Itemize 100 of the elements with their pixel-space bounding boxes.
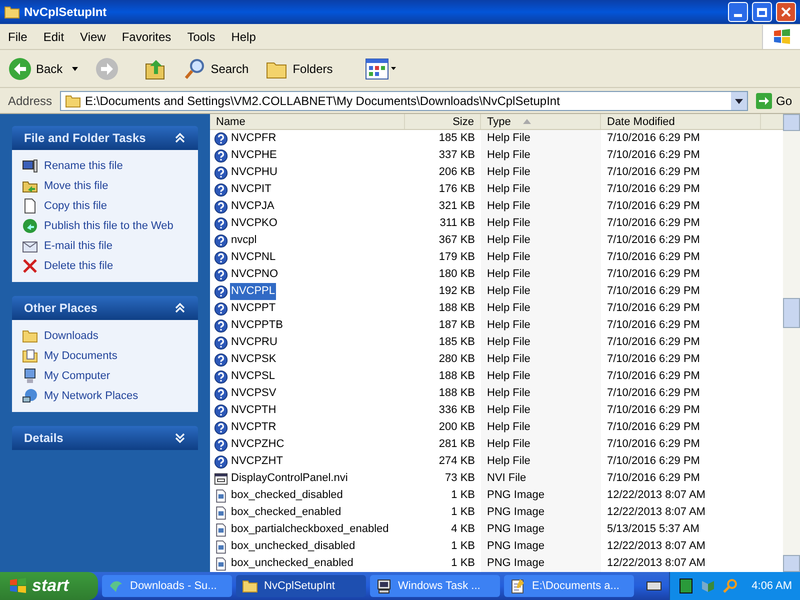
- file-name[interactable]: DisplayControlPanel.nvi: [230, 470, 349, 487]
- task-link[interactable]: Rename this file: [44, 158, 123, 174]
- file-type: Help File: [481, 232, 601, 249]
- file-type: Help File: [481, 453, 601, 470]
- collapse-icon[interactable]: [174, 302, 186, 314]
- address-field[interactable]: E:\Documents and Settings\VM2.COLLABNET\My Documents\Downloads\NvCplSetupInt: [60, 90, 748, 110]
- collapse-icon[interactable]: [174, 132, 186, 144]
- close-icon: [780, 6, 792, 18]
- help-file-icon: [214, 420, 228, 434]
- task-link[interactable]: Publish this file to the Web: [44, 218, 174, 234]
- file-type: Help File: [481, 317, 601, 334]
- settings-file-icon: [214, 472, 228, 486]
- close-button[interactable]: [776, 2, 796, 22]
- file-date: 7/10/2016 6:29 PM: [606, 386, 701, 402]
- folder-icon: [65, 92, 82, 108]
- file-date: 12/22/2013 8:07 AM: [606, 488, 706, 504]
- panel-header[interactable]: File and Folder Tasks: [12, 126, 198, 150]
- column-header[interactable]: Type: [481, 114, 601, 129]
- back-button[interactable]: Back: [8, 56, 63, 80]
- taskbar-button[interactable]: E:\Documents a...: [504, 575, 634, 597]
- monitor-icon[interactable]: [678, 578, 694, 594]
- view-menu-icon[interactable]: [364, 56, 397, 80]
- file-name[interactable]: box_checked_disabled: [230, 487, 344, 504]
- file-date: 7/10/2016 6:29 PM: [606, 199, 701, 214]
- file-name[interactable]: NVCPHU: [230, 164, 278, 181]
- file-name[interactable]: NVCPIT: [230, 181, 272, 198]
- task-link[interactable]: Move this file: [44, 178, 108, 194]
- help-file-icon: [214, 404, 228, 418]
- file-size: 367 KB: [438, 233, 476, 248]
- panel-header[interactable]: Details: [12, 426, 198, 450]
- file-size: 179 KB: [438, 250, 476, 266]
- file-name[interactable]: NVCPKO: [230, 215, 278, 232]
- maximize-button[interactable]: [752, 2, 772, 22]
- help-file-icon: [214, 438, 228, 452]
- file-name[interactable]: NVCPHE: [230, 147, 278, 164]
- file-name[interactable]: NVCPSK: [230, 351, 278, 368]
- expand-icon[interactable]: [174, 432, 186, 444]
- file-name[interactable]: box_unchecked_disabled: [230, 538, 356, 555]
- file-name[interactable]: NVCPZHT: [230, 453, 284, 470]
- go-button[interactable]: Go: [752, 92, 796, 110]
- file-name[interactable]: NVCPNL: [230, 249, 277, 266]
- file-size: 311 KB: [438, 216, 476, 232]
- column-header[interactable]: Name: [210, 114, 405, 129]
- monitor-icon: [22, 158, 38, 174]
- menu-item[interactable]: View: [72, 28, 114, 46]
- notepad-icon: [510, 578, 526, 594]
- file-name[interactable]: nvcpl: [230, 232, 258, 249]
- taskbar-button[interactable]: NvCplSetupInt: [236, 575, 366, 597]
- scrollbar[interactable]: [783, 114, 800, 572]
- search-button[interactable]: Search: [182, 56, 249, 80]
- help-file-icon: [214, 200, 228, 214]
- file-type: Help File: [481, 334, 601, 351]
- start-button[interactable]: start: [0, 572, 98, 600]
- task-link[interactable]: Copy this file: [44, 198, 107, 214]
- file-type: Help File: [481, 402, 601, 419]
- help-file-icon: [214, 336, 228, 350]
- file-type: Help File: [481, 215, 601, 232]
- file-name[interactable]: NVCPPL: [230, 283, 276, 300]
- task-link[interactable]: My Documents: [44, 348, 118, 364]
- file-name[interactable]: NVCPTR: [230, 419, 278, 436]
- minimize-button[interactable]: [728, 2, 748, 22]
- help-file-icon: [214, 386, 228, 400]
- file-type: Help File: [481, 181, 601, 198]
- taskbar-button[interactable]: Downloads - Su...: [102, 575, 232, 597]
- column-header[interactable]: Size: [405, 114, 481, 129]
- menu-item[interactable]: Favorites: [114, 28, 180, 46]
- file-name[interactable]: NVCPJA: [230, 198, 276, 215]
- menu-item[interactable]: Help: [223, 28, 264, 46]
- menu-item[interactable]: Tools: [179, 28, 224, 46]
- task-link[interactable]: My Network Places: [44, 388, 138, 404]
- file-type: Help File: [481, 130, 601, 147]
- task-link[interactable]: E-mail this file: [44, 238, 112, 254]
- window-title: NvCplSetupInt: [24, 4, 108, 21]
- file-name[interactable]: NVCPNO: [230, 266, 280, 283]
- file-name[interactable]: box_partialcheckboxed_enabled: [230, 521, 390, 538]
- task-link[interactable]: Downloads: [44, 328, 98, 344]
- menu-item[interactable]: File: [0, 28, 36, 46]
- file-name[interactable]: NVCPSL: [230, 368, 276, 385]
- file-name[interactable]: box_unchecked_enabled: [230, 555, 354, 572]
- file-name[interactable]: NVCPFR: [230, 130, 278, 147]
- file-name[interactable]: NVCPPT: [230, 300, 277, 317]
- image-file-icon: [214, 506, 228, 520]
- dropdown-arrow-icon[interactable]: [70, 64, 79, 72]
- task-link[interactable]: My Computer: [44, 368, 110, 384]
- taskbar-button[interactable]: Windows Task ...: [370, 575, 500, 597]
- file-name[interactable]: NVCPZHC: [230, 436, 286, 453]
- file-name[interactable]: NVCPPTB: [230, 317, 284, 334]
- browser-icon: [108, 578, 124, 594]
- folders-button[interactable]: Folders: [264, 56, 333, 80]
- panel-header[interactable]: Other Places: [12, 296, 198, 320]
- column-header[interactable]: Date Modified: [601, 114, 761, 129]
- file-size: 73 KB: [444, 471, 476, 486]
- file-date: 7/10/2016 6:29 PM: [606, 437, 701, 452]
- help-file-icon: [214, 234, 228, 248]
- file-name[interactable]: NVCPSV: [230, 385, 278, 402]
- file-name[interactable]: NVCPTH: [230, 402, 278, 419]
- file-name[interactable]: NVCPRU: [230, 334, 278, 351]
- menu-item[interactable]: Edit: [35, 28, 72, 46]
- task-link[interactable]: Delete this file: [44, 258, 114, 274]
- file-name[interactable]: box_checked_enabled: [230, 504, 342, 521]
